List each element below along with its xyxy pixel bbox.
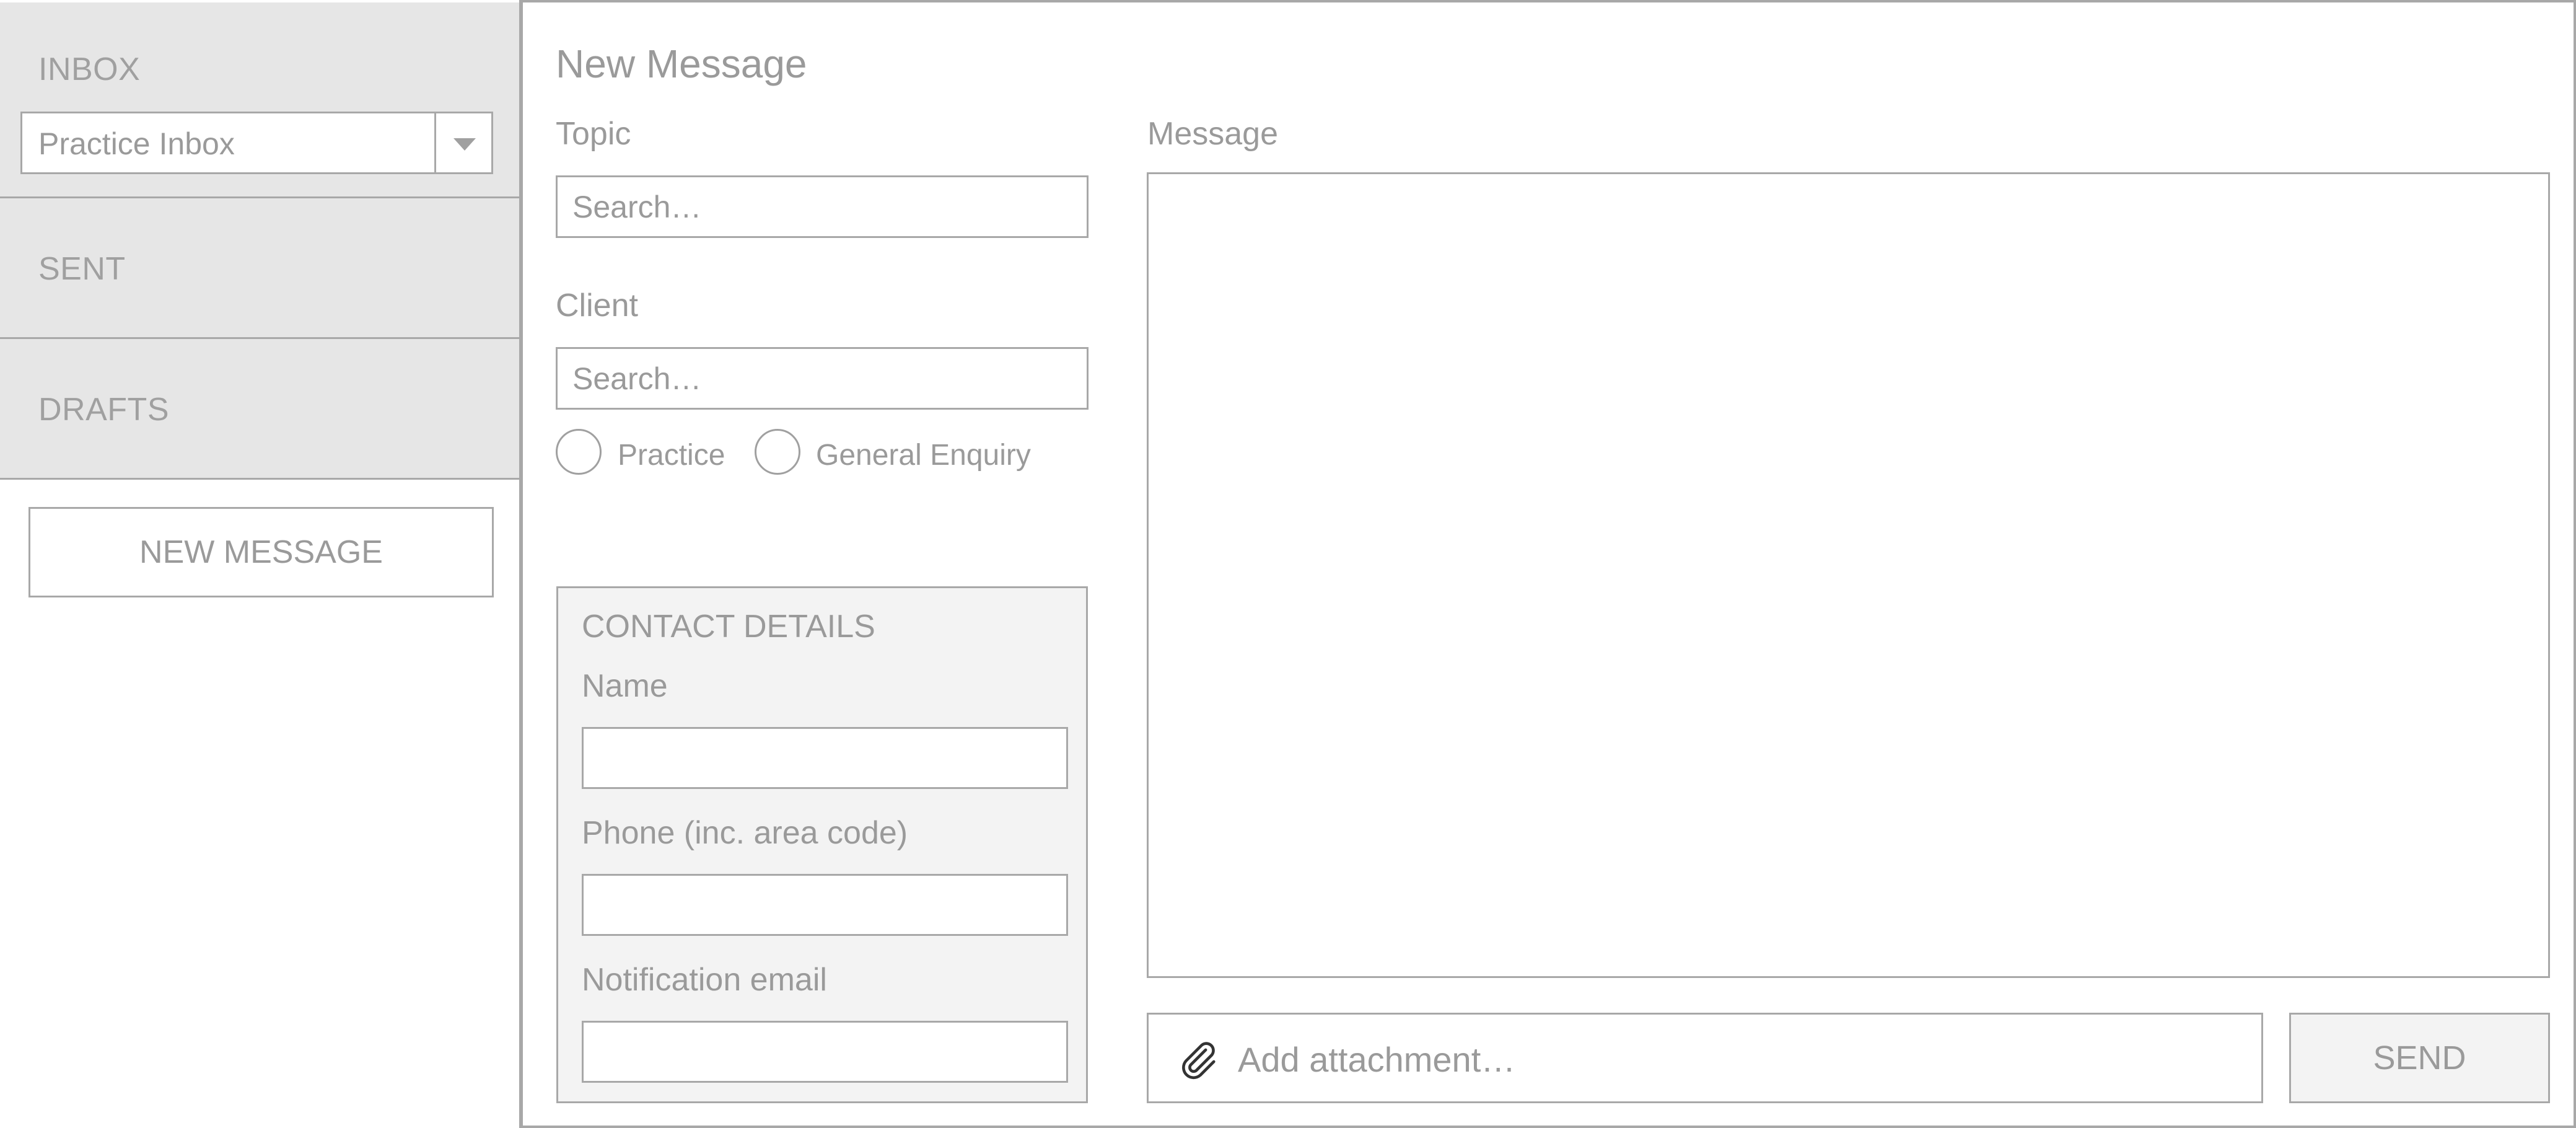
general-enquiry-radio-label: General Enquiry [816,439,1031,472]
contact-details-panel: CONTACT DETAILS Name Phone (inc. area co… [556,586,1088,1103]
inbox-dropdown-button[interactable] [434,113,491,172]
add-attachment-button[interactable]: Add attachment… [1147,1013,2263,1103]
contact-details-title: CONTACT DETAILS [582,609,875,645]
send-button[interactable]: SEND [2289,1013,2550,1103]
page-title: New Message [556,42,807,86]
inbox-select[interactable]: Practice Inbox [20,112,493,174]
sidebar-item-drafts[interactable]: DRAFTS [0,339,519,480]
sent-label: SENT [38,251,126,287]
client-search-input[interactable] [556,347,1089,410]
new-message-button[interactable]: NEW MESSAGE [28,507,494,597]
inbox-label: INBOX [38,51,141,87]
practice-radio-label: Practice [618,439,725,472]
message-textarea[interactable] [1147,172,2550,978]
caret-down-icon [453,138,476,151]
add-attachment-text: Add attachment… [1238,1040,1516,1079]
name-input[interactable] [582,727,1068,789]
sidebar: INBOX Practice Inbox SENT DRAFTS NEW MES… [0,0,523,1128]
message-label: Message [1147,116,1278,152]
notification-email-label: Notification email [582,962,827,998]
sidebar-item-sent[interactable]: SENT [0,198,519,339]
phone-input[interactable] [582,874,1068,936]
topic-search-input[interactable] [556,175,1089,238]
drafts-label: DRAFTS [38,392,169,428]
inbox-select-value: Practice Inbox [38,126,235,161]
topic-label: Topic [556,116,631,152]
practice-radio[interactable] [556,429,602,475]
phone-label: Phone (inc. area code) [582,815,908,851]
client-label: Client [556,288,638,324]
name-label: Name [582,668,668,704]
sidebar-inbox-section[interactable]: INBOX Practice Inbox [0,2,519,198]
notification-email-input[interactable] [582,1021,1068,1083]
paperclip-icon [1182,1042,1216,1080]
general-enquiry-radio[interactable] [755,429,800,475]
